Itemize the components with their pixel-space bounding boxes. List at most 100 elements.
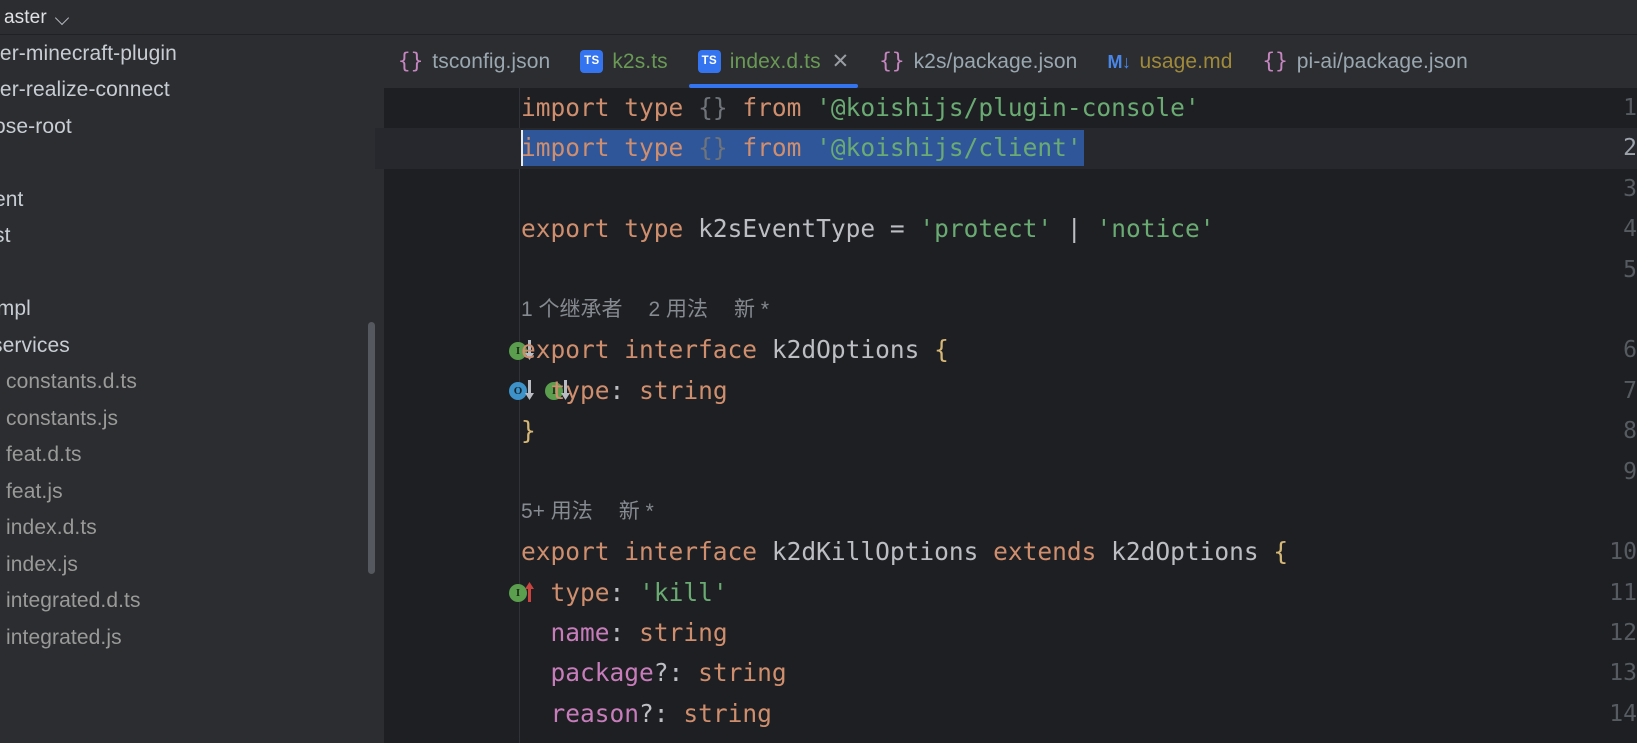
codelens-links: 1 个继承者 2 用法 新 * bbox=[521, 290, 769, 330]
line-number: 11 bbox=[1609, 579, 1637, 606]
line-number: 1 bbox=[1623, 95, 1637, 121]
ide-window: aster ter-minecraft-plugin ter-realize-co… bbox=[0, 0, 1637, 743]
code-line-row[interactable]: 4 export type k2sEventType = 'protect' | … bbox=[375, 209, 1637, 249]
tree-directory-item bbox=[0, 145, 375, 182]
editor-tab-label: index.d.ts bbox=[729, 50, 821, 73]
code-line-text: type: 'kill' bbox=[550, 577, 728, 607]
tree-file-item[interactable]: feat.d.ts bbox=[0, 437, 375, 474]
code-line-text: import type {} from '@koishijs/plugin-co… bbox=[521, 93, 1200, 122]
code-line-row[interactable]: 6 Iexport interface k2dOptions { bbox=[375, 330, 1637, 370]
editor-area: {} tsconfig.json TS k2s.ts TS index.d.ts ✕ {} k2… bbox=[375, 35, 1637, 743]
tree-item-label: integrated.js bbox=[6, 625, 122, 649]
codelens-usages-link[interactable]: 2 用法 bbox=[649, 298, 709, 321]
code-line-row[interactable]: 3 bbox=[375, 169, 1637, 209]
tree-file-item[interactable]: feat.js bbox=[0, 473, 375, 510]
code-canvas[interactable]: 1 import type {} from '@koishijs/plugin-c… bbox=[375, 88, 1637, 743]
line-number: 4 bbox=[1623, 216, 1637, 243]
code-line-text: export type k2sEventType = 'protect' | '… bbox=[521, 214, 1215, 244]
tree-directory-item[interactable]: st bbox=[0, 218, 375, 255]
tree-directory-item[interactable]: services bbox=[0, 327, 375, 364]
git-branch-widget[interactable]: aster bbox=[0, 6, 77, 29]
editor-tab[interactable]: M↓ usage.md bbox=[1092, 35, 1247, 88]
code-line-text: reason?: string bbox=[550, 698, 772, 728]
typescript-icon: TS bbox=[580, 50, 604, 73]
project-tree-scrollbar[interactable] bbox=[368, 322, 375, 574]
code-line-row[interactable]: 1 import type {} from '@koishijs/plugin-c… bbox=[375, 88, 1637, 128]
codelens-usages-link[interactable]: 5+ 用法 bbox=[521, 500, 593, 523]
tree-item-label: ▌ bbox=[0, 264, 3, 280]
code-line-row[interactable]: 9 bbox=[375, 452, 1637, 492]
project-tree-panel[interactable]: ter-minecraft-plugin ter-realize-connect o… bbox=[0, 35, 375, 743]
tree-directory-item[interactable]: ter-realize-connect bbox=[0, 72, 375, 109]
code-line-row[interactable]: 11 I type: 'kill' bbox=[375, 573, 1637, 613]
line-number: 8 bbox=[1623, 418, 1637, 445]
codelens-new-link[interactable]: 新 * bbox=[734, 298, 769, 321]
line-number: 3 bbox=[1623, 175, 1637, 202]
project-tree: ter-minecraft-plugin ter-realize-connect o… bbox=[0, 35, 375, 656]
tree-directory-item[interactable]: ose-root bbox=[0, 108, 375, 145]
editor-tab-label: usage.md bbox=[1139, 50, 1233, 73]
git-branch-label: aster bbox=[4, 7, 47, 28]
code-line-row[interactable]: 14 reason?: string bbox=[375, 694, 1637, 734]
editor-tab-label: k2s/package.json bbox=[913, 50, 1078, 73]
tree-item-label: ter-realize-connect bbox=[0, 78, 170, 102]
code-line-text: import type {} from '@koishijs/client' bbox=[521, 133, 1082, 163]
code-line-row[interactable]: 8} bbox=[375, 411, 1637, 451]
codelens-inheritors-link[interactable]: 1 个继承者 bbox=[521, 298, 623, 321]
tree-file-item[interactable]: index.d.ts bbox=[0, 510, 375, 547]
json-braces-icon: {} bbox=[879, 49, 905, 73]
typescript-icon: TS bbox=[697, 50, 721, 73]
code-line-text: name: string bbox=[550, 618, 728, 648]
line-number: 2 bbox=[1623, 135, 1637, 162]
code-line-text: type: string bbox=[550, 375, 728, 405]
tree-item-label: feat.d.ts bbox=[6, 443, 82, 467]
tree-item-label: impl bbox=[0, 297, 31, 321]
codelens-row: 1 个继承者 2 用法 新 * bbox=[375, 290, 1637, 330]
tree-item-label: constants.d.ts bbox=[6, 370, 137, 394]
tree-file-item[interactable]: constants.js bbox=[0, 400, 375, 437]
line-number: 10 bbox=[1609, 539, 1637, 566]
json-braces-icon: {} bbox=[1262, 49, 1288, 73]
line-number: 6 bbox=[1623, 337, 1637, 364]
editor-tab[interactable]: {} pi-ai/package.json bbox=[1247, 35, 1482, 88]
tree-item-label: feat.js bbox=[6, 479, 63, 503]
codelens-row: 5+ 用法 新 * bbox=[375, 492, 1637, 532]
editor-tab-active[interactable]: TS index.d.ts ✕ bbox=[683, 35, 865, 88]
code-line-row[interactable]: 7OI type: string bbox=[375, 371, 1637, 411]
codelens-new-link[interactable]: 新 * bbox=[619, 500, 654, 523]
code-line-row[interactable]: 12 name: string bbox=[375, 613, 1637, 653]
tree-file-item[interactable]: index.js bbox=[0, 546, 375, 583]
line-number: 5 bbox=[1623, 256, 1637, 283]
line-number: 12 bbox=[1609, 620, 1637, 647]
tree-item-label: ose-root bbox=[0, 114, 72, 138]
code-rows: 1 import type {} from '@koishijs/plugin-c… bbox=[375, 88, 1637, 734]
tree-item-label: ent bbox=[0, 187, 24, 211]
codelens-links: 5+ 用法 新 * bbox=[521, 492, 654, 532]
editor-tab-label: tsconfig.json bbox=[432, 50, 551, 73]
tree-item-label: integrated.d.ts bbox=[6, 589, 141, 613]
tree-directory-item[interactable]: impl bbox=[0, 291, 375, 328]
tree-directory-item: ▌ bbox=[0, 254, 375, 291]
line-number: 13 bbox=[1609, 660, 1637, 687]
tree-file-item[interactable]: integrated.js bbox=[0, 619, 375, 656]
tree-file-item[interactable]: integrated.d.ts bbox=[0, 583, 375, 620]
editor-tab-label: k2s.ts bbox=[612, 50, 668, 73]
chevron-down-icon bbox=[56, 13, 71, 22]
editor-tab[interactable]: TS k2s.ts bbox=[565, 35, 682, 88]
editor-tab[interactable]: {} tsconfig.json bbox=[383, 35, 565, 88]
code-line-row[interactable]: 13 package?: string bbox=[375, 653, 1637, 693]
code-line-text: } bbox=[521, 416, 536, 446]
tree-directory-item[interactable]: ter-minecraft-plugin bbox=[0, 35, 375, 72]
tree-file-item[interactable]: constants.d.ts bbox=[0, 364, 375, 401]
editor-tab[interactable]: {} k2s/package.json bbox=[864, 35, 1092, 88]
top-toolbar: aster bbox=[0, 0, 1637, 35]
tree-item-label: services bbox=[0, 333, 70, 357]
tree-directory-item[interactable]: ent bbox=[0, 181, 375, 218]
code-line-row[interactable]: 5 bbox=[375, 250, 1637, 290]
tree-item-label: ter-minecraft-plugin bbox=[0, 41, 177, 65]
code-line-row[interactable]: 10 export interface k2dKillOptions extend… bbox=[375, 532, 1637, 572]
tree-item-label: st bbox=[0, 224, 11, 248]
close-icon[interactable]: ✕ bbox=[832, 51, 850, 72]
markdown-icon: M↓ bbox=[1107, 51, 1131, 72]
code-line-row[interactable]: 2 import type {} from '@koishijs/client' bbox=[375, 128, 1637, 169]
